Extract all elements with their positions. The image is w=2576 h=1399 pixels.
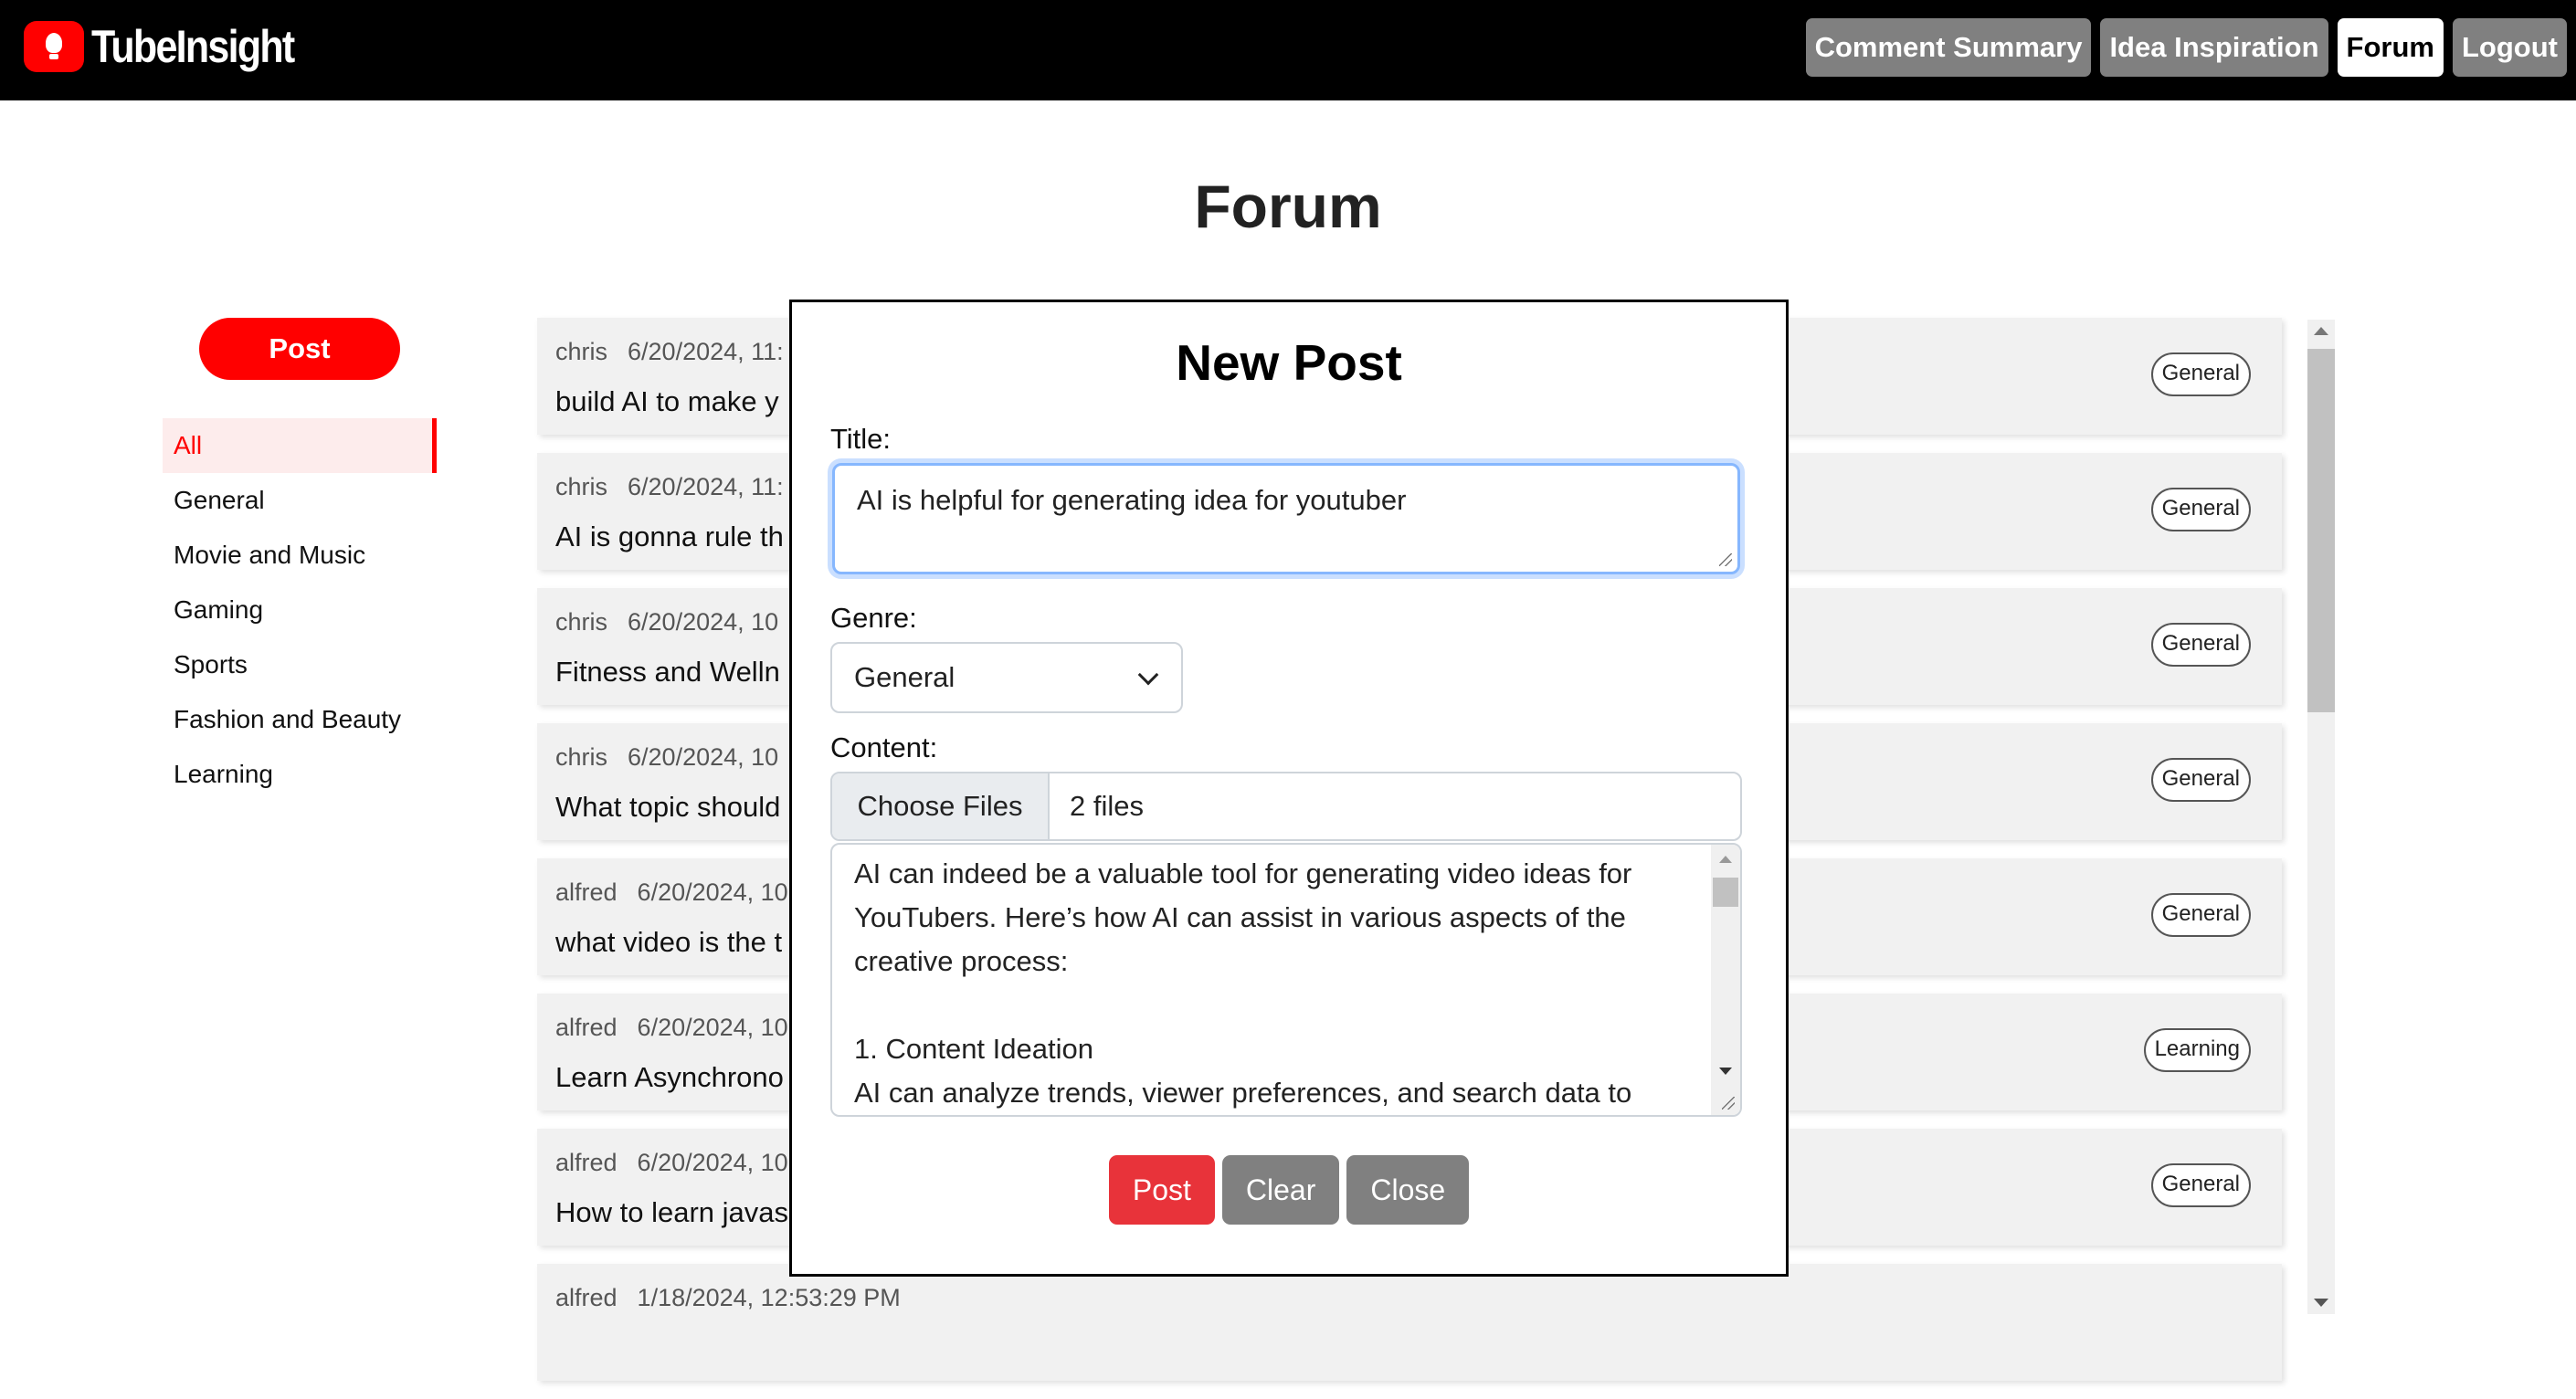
genre-filter-all[interactable]: All — [163, 418, 437, 473]
post-date: 6/20/2024, 10 — [637, 878, 788, 906]
post-author: chris — [555, 338, 608, 365]
close-button[interactable]: Close — [1346, 1155, 1470, 1225]
nav-comment-summary[interactable]: Comment Summary — [1805, 18, 2092, 77]
modal-title: New Post — [1176, 334, 1402, 391]
post-author: chris — [555, 473, 608, 500]
post-date: 6/20/2024, 10 — [637, 1014, 788, 1041]
chevron-down-icon — [1137, 664, 1159, 686]
top-navbar: TubeInsight Comment Summary Idea Inspira… — [0, 0, 2576, 100]
post-genre-tag: General — [2150, 893, 2251, 937]
scroll-up-arrow-icon[interactable] — [2314, 327, 2328, 335]
post-date: 6/20/2024, 10 — [628, 743, 779, 771]
post-meta: alfred 6/20/2024, 10 — [555, 878, 788, 907]
post-date: 6/20/2024, 11: — [628, 338, 784, 365]
scroll-up-arrow-icon[interactable] — [1719, 856, 1732, 863]
post-meta: chris 6/20/2024, 11: — [555, 338, 784, 366]
post-date: 6/20/2024, 11: — [628, 473, 784, 500]
clear-button[interactable]: Clear — [1221, 1155, 1340, 1225]
post-title: Fitness and Welln — [555, 656, 780, 688]
nav-logout[interactable]: Logout — [2452, 18, 2567, 77]
post-title: AI is gonna rule th — [555, 521, 784, 552]
post-date: 6/20/2024, 10 — [637, 1149, 788, 1176]
resize-handle-icon[interactable] — [1719, 553, 1732, 566]
post-meta: alfred 6/20/2024, 10 — [555, 1014, 788, 1042]
post-date: 6/20/2024, 10 — [628, 608, 779, 636]
post-card[interactable]: alfred 1/18/2024, 12:53:29 PM — [537, 1264, 2282, 1381]
post-title: what video is the t — [555, 926, 783, 958]
nav-idea-inspiration[interactable]: Idea Inspiration — [2100, 18, 2328, 77]
post-meta: chris 6/20/2024, 11: — [555, 473, 784, 501]
post-title: What topic should — [555, 791, 781, 823]
genre-filter-movie-and-music[interactable]: Movie and Music — [163, 528, 437, 583]
post-meta: alfred 6/20/2024, 10 — [555, 1149, 788, 1177]
content-label: Content: — [830, 731, 938, 763]
scroll-thumb[interactable] — [2307, 349, 2335, 712]
content-textarea-value: AI can indeed be a valuable tool for gen… — [854, 857, 1632, 1109]
feed-scrollbar[interactable] — [2307, 320, 2335, 1314]
post-author: alfred — [555, 878, 618, 906]
genre-filter-fashion-and-beauty[interactable]: Fashion and Beauty — [163, 692, 437, 747]
post-meta: chris 6/20/2024, 10 — [555, 608, 778, 636]
app-name: TubeInsight — [91, 21, 295, 72]
genre-filter-general[interactable]: General — [163, 473, 437, 528]
post-genre-tag: General — [2150, 758, 2251, 802]
content-textarea[interactable]: AI can indeed be a valuable tool for gen… — [830, 843, 1742, 1117]
scroll-down-arrow-icon[interactable] — [1719, 1068, 1732, 1075]
post-genre-tag: Learning — [2143, 1028, 2251, 1072]
post-author: alfred — [555, 1284, 618, 1311]
choose-files-button[interactable]: Choose Files — [832, 773, 1050, 839]
title-input-value: AI is helpful for generating idea for yo… — [857, 484, 1407, 516]
genre-select[interactable]: General — [830, 642, 1183, 713]
lightbulb-icon — [24, 21, 84, 72]
genre-select-value: General — [854, 661, 955, 693]
post-author: chris — [555, 743, 608, 771]
genre-filter-list: All General Movie and Music Gaming Sport… — [163, 418, 437, 802]
submit-post-button[interactable]: Post — [1108, 1155, 1215, 1225]
title-label: Title: — [830, 423, 892, 455]
post-meta: alfred 1/18/2024, 12:53:29 PM — [555, 1284, 901, 1312]
post-author: alfred — [555, 1149, 618, 1176]
new-post-button[interactable]: Post — [199, 318, 400, 380]
app-logo[interactable]: TubeInsight — [24, 20, 327, 73]
post-meta: chris 6/20/2024, 10 — [555, 743, 778, 772]
post-genre-tag: General — [2150, 488, 2251, 531]
genre-filter-gaming[interactable]: Gaming — [163, 583, 437, 637]
scroll-down-arrow-icon[interactable] — [2314, 1299, 2328, 1307]
page-title: Forum — [1194, 173, 1382, 240]
modal-actions: Post Clear Close — [792, 1155, 1786, 1225]
post-author: chris — [555, 608, 608, 636]
files-status: 2 files — [1070, 790, 1144, 822]
main-nav: Comment Summary Idea Inspiration Forum L… — [1805, 18, 2567, 77]
post-genre-tag: General — [2150, 623, 2251, 667]
file-input[interactable]: Choose Files 2 files — [830, 772, 1742, 841]
post-date: 1/18/2024, 12:53:29 PM — [637, 1284, 901, 1311]
post-title: Learn Asynchrono — [555, 1061, 784, 1093]
scroll-thumb[interactable] — [1713, 878, 1738, 907]
genre-label: Genre: — [830, 602, 917, 634]
title-input[interactable]: AI is helpful for generating idea for yo… — [832, 463, 1740, 574]
nav-forum[interactable]: Forum — [2337, 18, 2444, 77]
post-author: alfred — [555, 1014, 618, 1041]
post-title: build AI to make y — [555, 385, 779, 417]
resize-handle-icon[interactable] — [1722, 1097, 1735, 1110]
post-title: How to learn javas — [555, 1196, 789, 1228]
genre-filter-sports[interactable]: Sports — [163, 637, 437, 692]
new-post-modal: New Post Title: AI is helpful for genera… — [789, 300, 1789, 1277]
genre-filter-learning[interactable]: Learning — [163, 747, 437, 802]
textarea-scrollbar[interactable] — [1711, 845, 1740, 1115]
post-genre-tag: General — [2150, 1163, 2251, 1207]
post-genre-tag: General — [2150, 352, 2251, 396]
